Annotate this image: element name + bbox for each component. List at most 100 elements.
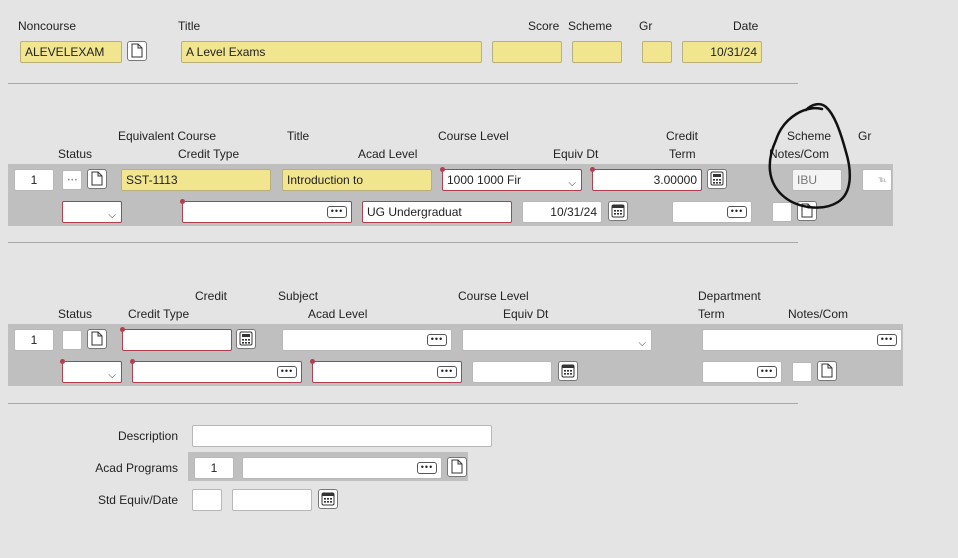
term-lookup-button[interactable]: ••• <box>727 206 747 218</box>
credit-type-label: Credit Type <box>178 147 240 161</box>
date-field[interactable]: 10/31/24 <box>682 41 762 63</box>
annotation-circle <box>768 102 852 209</box>
section-divider <box>8 242 798 243</box>
chevron-down-icon: ⌵ <box>108 210 116 221</box>
course-level-select-2[interactable]: ⌵ <box>462 329 652 351</box>
document-icon <box>451 459 463 474</box>
course-level-label-2: Course Level <box>458 289 529 303</box>
equiv-title-field[interactable]: Introduction to <box>282 169 432 191</box>
document-icon <box>91 331 103 346</box>
term-lookup-button-2[interactable]: ••• <box>757 366 777 378</box>
subject-field[interactable]: ••• <box>282 329 452 351</box>
title-field[interactable]: A Level Exams <box>181 41 482 63</box>
scheme-field[interactable] <box>572 41 622 63</box>
description-field[interactable] <box>192 425 492 447</box>
gr-field[interactable] <box>642 41 672 63</box>
title-label: Title <box>178 19 201 33</box>
equiv-dt-calendar-button[interactable] <box>608 201 628 221</box>
acad-programs-lookup-button[interactable]: ••• <box>417 462 437 474</box>
section-divider <box>8 83 798 84</box>
credit-calculator-button[interactable] <box>707 169 727 189</box>
gr-lookup-field[interactable]: ℡ <box>862 169 892 191</box>
calculator-icon <box>239 331 253 346</box>
credit-type-field-2[interactable]: ••• <box>130 359 302 383</box>
document-icon <box>821 363 833 378</box>
course-level-select[interactable]: 1000 1000 Fir ⌵ <box>440 167 582 191</box>
date-label: Date <box>733 19 759 33</box>
credit-label-2: Credit <box>195 289 228 303</box>
std-equiv-date-field[interactable] <box>232 489 312 511</box>
equiv-detail-button[interactable] <box>87 169 107 189</box>
lookup-icon: ••• <box>67 177 78 184</box>
term-field[interactable]: ••• <box>672 201 752 223</box>
std-equiv-calendar-button[interactable] <box>318 489 338 509</box>
status-select[interactable]: ⌵ <box>62 201 122 223</box>
calculator-icon <box>710 171 724 186</box>
credit-calculator-button-2[interactable] <box>236 329 256 349</box>
credit-type-lookup-button[interactable]: ••• <box>327 206 347 218</box>
equiv-dt-field-2[interactable] <box>472 361 552 383</box>
chevron-down-icon: ⌵ <box>568 178 576 189</box>
acad-level-field[interactable]: UG Undergraduat <box>362 201 512 223</box>
std-equiv-date-label: Std Equiv/Date <box>97 493 178 507</box>
equiv-row-number[interactable]: 1 <box>14 169 54 191</box>
noncourse-detail-button[interactable] <box>127 41 147 61</box>
svg-text:•••: ••• <box>67 177 78 184</box>
equiv-title-label: Title <box>287 129 310 143</box>
score-label: Score <box>528 19 560 33</box>
status-label-2: Status <box>58 307 93 321</box>
document-icon <box>131 43 143 58</box>
notes-com-field-2[interactable] <box>792 362 812 382</box>
equiv-dt-label: Equiv Dt <box>553 147 599 161</box>
acad-programs-row-number[interactable]: 1 <box>194 457 234 479</box>
score-field[interactable] <box>492 41 562 63</box>
department-field[interactable]: ••• <box>702 329 902 351</box>
equiv-status-lookup[interactable]: ••• <box>62 170 82 190</box>
credit-type-field[interactable]: ••• <box>180 199 352 223</box>
acad-programs-detail-button[interactable] <box>447 457 467 477</box>
credit-row-number[interactable]: 1 <box>14 329 54 351</box>
equivalent-course-field[interactable]: SST-1113 <box>121 169 271 191</box>
description-label: Description <box>117 429 178 443</box>
credit-label: Credit <box>666 129 699 143</box>
noncourse-field[interactable]: ALEVELEXAM <box>20 41 122 63</box>
department-label: Department <box>698 289 761 303</box>
subject-lookup-button[interactable]: ••• <box>427 334 447 346</box>
credit-field[interactable]: 3.00000 <box>590 167 702 191</box>
notes-com-label-2: Notes/Com <box>788 307 849 321</box>
acad-level-label-2: Acad Level <box>308 307 368 321</box>
acad-level-lookup-button[interactable]: ••• <box>437 366 457 378</box>
acad-programs-field[interactable]: ••• <box>242 457 442 479</box>
credit-detail-button[interactable] <box>87 329 107 349</box>
status-select-2[interactable]: ⌵ <box>60 359 122 383</box>
credit-status-field[interactable] <box>62 330 82 350</box>
credit-type-label-2: Credit Type <box>128 307 190 321</box>
course-level-value: 1000 1000 Fir <box>447 173 522 187</box>
std-equiv-field[interactable] <box>192 489 222 511</box>
gr-label: Gr <box>639 19 653 33</box>
credit-field-2[interactable] <box>120 327 232 351</box>
term-field-2[interactable]: ••• <box>702 361 782 383</box>
calendar-icon <box>561 364 575 378</box>
equiv-dt-field[interactable]: 10/31/24 <box>522 201 602 223</box>
status-label: Status <box>58 147 93 161</box>
document-icon <box>91 171 103 186</box>
course-level-label: Course Level <box>438 129 509 143</box>
chevron-down-icon: ⌵ <box>108 370 116 381</box>
calendar-icon <box>321 492 335 506</box>
equiv-dt-calendar-button-2[interactable] <box>558 361 578 381</box>
acad-level-field-2[interactable]: ••• <box>310 359 462 383</box>
acad-programs-label: Acad Programs <box>95 461 178 475</box>
term-label: Term <box>669 147 696 161</box>
notes-com-button-2[interactable] <box>817 361 837 381</box>
subject-label: Subject <box>278 289 319 303</box>
section-divider <box>8 403 798 404</box>
credit-type-lookup-button-2[interactable]: ••• <box>277 366 297 378</box>
calendar-icon <box>611 204 625 218</box>
term-label-2: Term <box>698 307 725 321</box>
chevron-down-icon: ⌵ <box>638 338 646 349</box>
equivalent-course-label: Equivalent Course <box>118 129 217 143</box>
department-lookup-button[interactable]: ••• <box>877 334 897 346</box>
acad-level-label: Acad Level <box>358 147 418 161</box>
equiv-gr-label: Gr <box>858 129 872 143</box>
